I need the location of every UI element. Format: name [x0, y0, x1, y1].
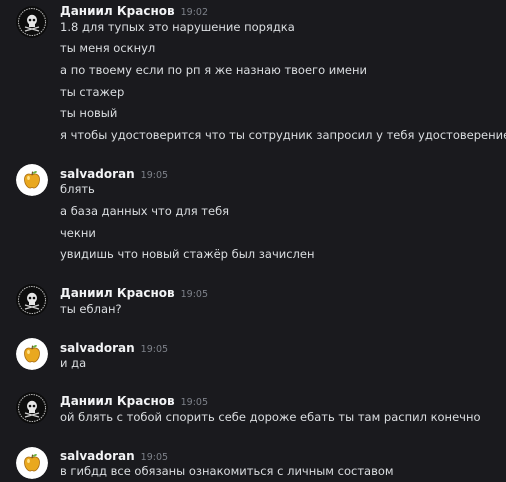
message-header: Даниил Краснов 19:05 — [60, 390, 208, 410]
timestamp: 19:05 — [180, 289, 208, 300]
golden-apple-icon[interactable] — [16, 338, 48, 370]
message-text: 1.8 для тупых это нарушение порядка — [60, 20, 295, 34]
message-text: а по твоему если по рп я же назнаю твоег… — [60, 63, 367, 77]
timestamp: 19:05 — [140, 452, 169, 463]
message-header: salvadoran 19:05 — [60, 337, 168, 357]
message-text: ой блять с тобой спорить себе дороже еба… — [60, 410, 481, 424]
message-header: Даниил Краснов 19:05 — [60, 282, 208, 302]
author-name[interactable]: Даниил Краснов — [60, 4, 175, 18]
timestamp: 19:05 — [140, 170, 169, 181]
message-text: и да — [60, 356, 87, 370]
timestamp: 19:05 — [180, 397, 208, 408]
message-header: Даниил Краснов 19:02 — [60, 0, 208, 20]
timestamp: 19:05 — [140, 344, 169, 355]
author-name[interactable]: salvadoran — [60, 341, 135, 355]
timestamp: 19:02 — [180, 7, 208, 18]
author-name[interactable]: Даниил Краснов — [60, 286, 175, 300]
skull-emblem-icon[interactable] — [16, 284, 48, 316]
message-text: блять — [60, 182, 95, 196]
skull-emblem-icon[interactable] — [16, 392, 48, 424]
author-name[interactable]: salvadoran — [60, 167, 135, 181]
author-name[interactable]: salvadoran — [60, 449, 135, 463]
message-header: salvadoran 19:05 — [60, 163, 168, 183]
message-text: ты новый — [60, 106, 118, 120]
message-text: ты меня оскнул — [60, 41, 156, 55]
chat-message-list: Даниил Краснов 19:02 1.8 для тупых это на… — [0, 0, 506, 482]
message-header: salvadoran 19:05 — [60, 445, 168, 465]
skull-emblem-icon[interactable] — [16, 6, 48, 38]
golden-apple-icon[interactable] — [16, 164, 48, 196]
message-text: в гибдд все обязаны ознакомиться с личны… — [60, 464, 394, 478]
message-text: чекни — [60, 226, 96, 240]
message-text: ты еблан? — [60, 302, 122, 316]
author-name[interactable]: Даниил Краснов — [60, 394, 175, 408]
golden-apple-icon[interactable] — [16, 447, 48, 479]
message-text: увидишь что новый стажёр был зачислен — [60, 247, 315, 261]
message-text: ты стажер — [60, 85, 125, 99]
message-text: а база данных что для тебя — [60, 204, 230, 218]
message-text: я чтобы удостоверится что ты сотрудник з… — [60, 128, 506, 142]
